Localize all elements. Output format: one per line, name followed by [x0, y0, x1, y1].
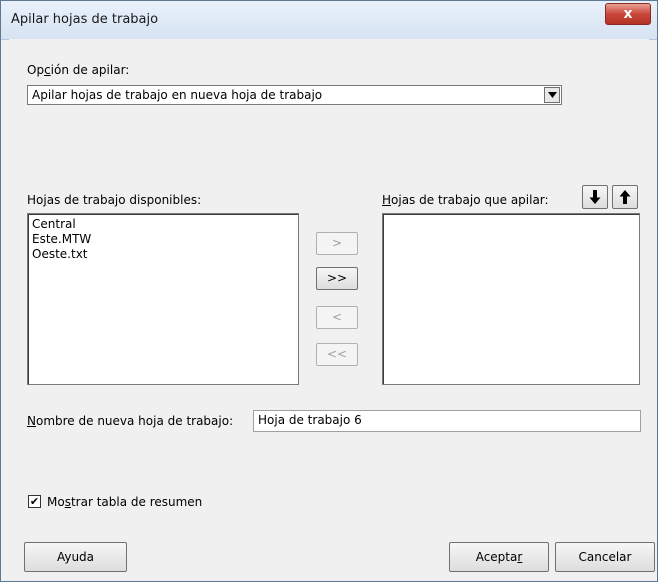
available-sheets-label: Hojas de trabajo disponibles:	[27, 193, 202, 207]
arrow-up-icon	[619, 190, 631, 204]
new-sheet-name-label: Nombre de nueva hoja de trabajo:	[27, 414, 234, 428]
stack-option-dropdown[interactable]: Apilar hojas de trabajo en nueva hoja de…	[27, 85, 562, 105]
stack-option-value: Apilar hojas de trabajo en nueva hoja de…	[32, 88, 323, 102]
move-down-button[interactable]	[582, 185, 608, 209]
move-up-button[interactable]	[612, 185, 638, 209]
title-bar[interactable]: Apilar hojas de trabajo x	[1, 1, 657, 40]
add-button[interactable]: >	[316, 232, 358, 255]
sheets-to-stack-label: Hojas de trabajo que apilar:	[382, 193, 549, 207]
dialog-body: Opción de apilar: Apilar hojas de trabaj…	[9, 39, 655, 573]
chevron-down-icon[interactable]	[544, 87, 560, 103]
stack-worksheets-dialog: Apilar hojas de trabajo x Opción de apil…	[0, 0, 658, 582]
list-item[interactable]: Oeste.txt	[32, 247, 88, 261]
remove-all-button[interactable]: <<	[316, 343, 358, 366]
show-summary-checkbox[interactable]: ✔	[28, 495, 41, 508]
sheets-to-stack-list[interactable]	[382, 213, 640, 385]
arrow-down-icon	[589, 190, 601, 204]
remove-button[interactable]: <	[316, 306, 358, 329]
stack-option-label: Opción de apilar:	[27, 63, 130, 77]
close-button[interactable]: x	[605, 3, 651, 25]
available-sheets-list[interactable]: Central Este.MTW Oeste.txt	[27, 213, 299, 385]
list-item[interactable]: Central	[32, 217, 76, 231]
dialog-title: Apilar hojas de trabajo	[11, 12, 159, 27]
add-all-button[interactable]: >>	[316, 267, 358, 290]
help-button[interactable]: Ayuda	[24, 542, 127, 572]
new-sheet-name-input[interactable]: Hoja de trabajo 6	[253, 410, 641, 432]
list-item[interactable]: Este.MTW	[32, 232, 91, 246]
ok-button[interactable]: Aceptar	[449, 542, 549, 572]
cancel-button[interactable]: Cancelar	[555, 542, 655, 572]
show-summary-label[interactable]: Mostrar tabla de resumen	[47, 495, 202, 509]
